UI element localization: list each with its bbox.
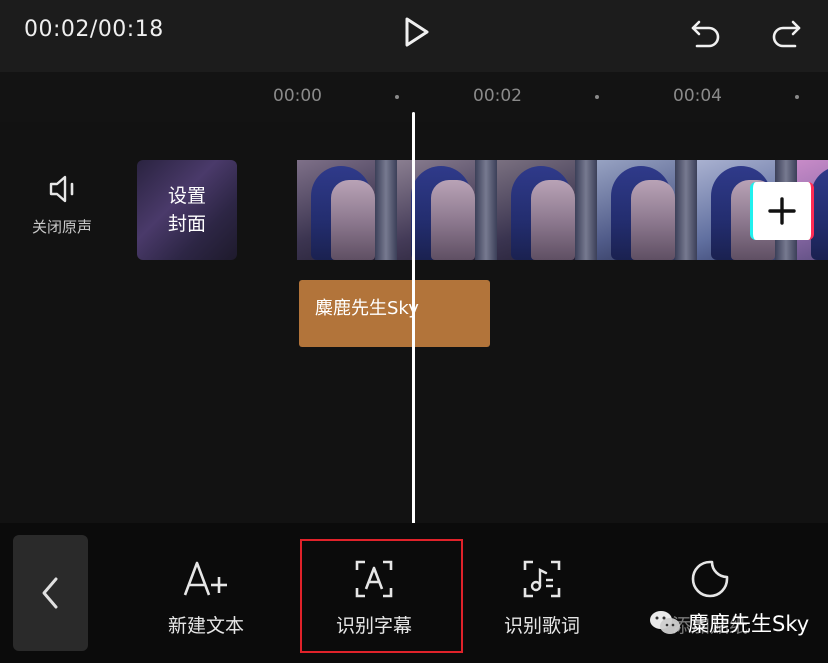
mute-label: 关闭原声 [31,218,92,236]
set-cover-button[interactable]: 设置 封面 [137,160,237,260]
mute-original-button[interactable]: 关闭原声 [22,172,102,252]
new-text-button[interactable]: 新建文本 [131,523,281,663]
ruler-label: 00:04 [673,86,722,106]
sticker-icon [691,560,729,598]
highlight-box [300,539,463,653]
play-icon [405,17,429,47]
watermark-text: 麋鹿先生Sky [688,612,810,636]
bottom-toolbar: 新建文本 识别字幕 识别歌词 添加贴纸 [0,523,828,663]
new-text-label: 新建文本 [167,615,244,637]
top-bar: 00:02/00:18 [0,0,828,72]
play-button[interactable] [394,10,438,54]
cover-label-line1: 设置 [167,185,206,207]
plus-icon [768,197,796,225]
ruler-label: 00:02 [473,86,522,106]
recognize-lyrics-button[interactable]: 识别歌词 [467,523,617,663]
ruler-dot [795,95,799,99]
undo-icon [691,20,720,48]
cover-label: 设置 封面 [137,182,237,238]
redo-icon [772,20,801,48]
ruler-dot [595,95,599,99]
video-clip[interactable] [297,160,828,260]
ruler-dot [395,95,399,99]
text-clip-label: 麋鹿先生Sky [315,298,419,319]
watermark: 麋鹿先生Sky [648,608,809,638]
video-editor: 00:02/00:18 00:00 00:02 00:04 关闭原声 设置 封面… [0,0,828,663]
add-clip-button[interactable] [750,182,814,240]
video-thumbnail [497,160,597,260]
timecode: 00:02/00:18 [24,17,164,42]
text-add-icon [183,561,227,596]
video-thumbnail [597,160,697,260]
recognize-lyrics-label: 识别歌词 [503,615,580,637]
chevron-left-icon [42,577,57,609]
speaker-icon [49,175,74,203]
video-thumbnail [297,160,397,260]
back-button[interactable] [13,535,88,651]
text-clip[interactable]: 麋鹿先生Sky [299,280,490,347]
ruler-label: 00:00 [273,86,322,106]
undo-button[interactable] [684,10,728,54]
cover-label-line2: 封面 [167,213,206,235]
wechat-icon [650,611,680,634]
recognize-lyrics-icon [523,560,561,598]
playhead[interactable] [412,112,415,524]
add-sticker-button[interactable]: 添加贴纸 [635,523,785,663]
redo-button[interactable] [764,10,808,54]
